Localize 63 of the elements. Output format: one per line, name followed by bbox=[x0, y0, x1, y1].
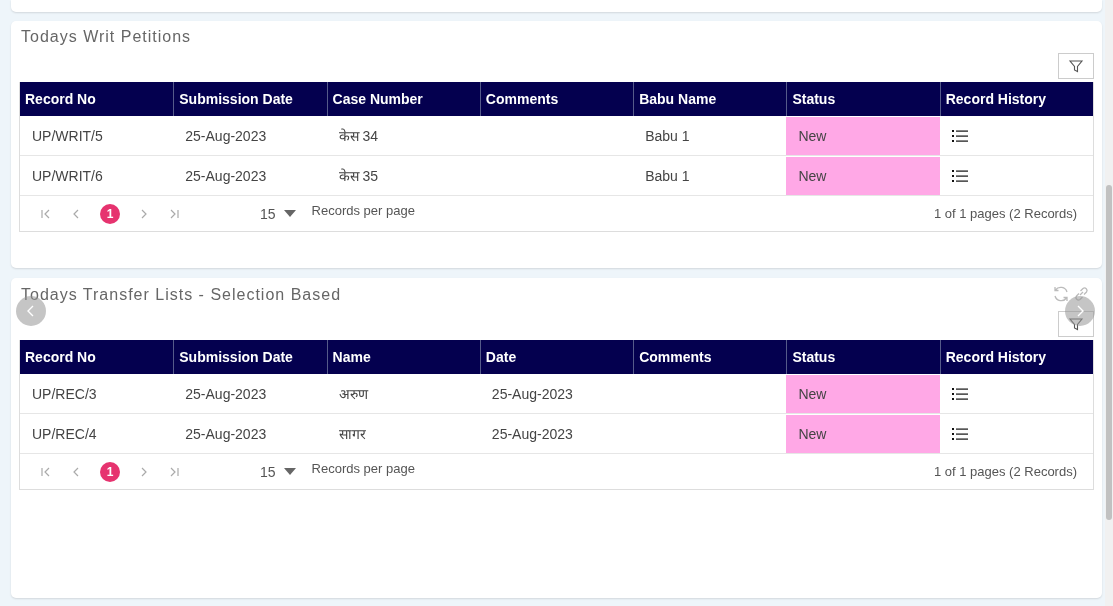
page-summary: 1 of 1 pages (2 Records) bbox=[933, 464, 1077, 479]
status-cell: New bbox=[786, 117, 940, 155]
status-cell: New bbox=[786, 157, 940, 195]
table-cell-text: अरुण bbox=[338, 385, 368, 403]
column-header[interactable]: Babu Name bbox=[633, 82, 787, 116]
refresh-icon[interactable] bbox=[1052, 284, 1070, 303]
table-cell: UP/REC/4 bbox=[32, 425, 97, 442]
column-header[interactable]: Status bbox=[786, 340, 940, 374]
caret-icon bbox=[283, 468, 296, 475]
column-header[interactable]: Record History bbox=[939, 340, 1093, 374]
table-cell: 25-Aug-2023 bbox=[185, 385, 267, 402]
current-page[interactable]: 1 bbox=[100, 461, 120, 482]
table-cell: UP/WRIT/5 bbox=[32, 127, 103, 144]
status-cell: New bbox=[786, 375, 940, 413]
column-header[interactable]: Submission Date bbox=[173, 340, 327, 374]
next-slide-button[interactable] bbox=[1065, 296, 1095, 326]
column-header[interactable]: Record History bbox=[939, 82, 1093, 116]
caret-icon bbox=[283, 210, 296, 217]
column-header[interactable]: Name bbox=[326, 340, 480, 374]
first-page-icon[interactable] bbox=[40, 465, 52, 478]
records-per-page-label: Records per page bbox=[311, 203, 415, 218]
last-page-icon[interactable] bbox=[168, 207, 180, 220]
table-cell: UP/REC/3 bbox=[32, 385, 97, 402]
column-header[interactable]: Record No bbox=[20, 340, 174, 374]
table-cell: Babu 1 bbox=[645, 127, 690, 144]
status-cell: New bbox=[786, 415, 940, 453]
table-cell: 25-Aug-2023 bbox=[491, 385, 573, 402]
panel-title: Todays Transfer Lists - Selection Based bbox=[20, 285, 342, 304]
page-size-value[interactable]: 15 bbox=[260, 205, 276, 222]
table-cell: 25-Aug-2023 bbox=[185, 127, 267, 144]
chevron-right-icon bbox=[1075, 305, 1085, 317]
page-summary: 1 of 1 pages (2 Records) bbox=[933, 206, 1077, 221]
filter-icon bbox=[1068, 316, 1084, 332]
page-size-value[interactable]: 15 bbox=[260, 463, 276, 480]
first-page-icon[interactable] bbox=[40, 207, 52, 220]
table-cell: 25-Aug-2023 bbox=[491, 425, 573, 442]
column-header[interactable]: Status bbox=[786, 82, 940, 116]
column-header[interactable]: Case Number bbox=[326, 82, 480, 116]
list-icon[interactable] bbox=[951, 426, 968, 441]
column-header[interactable]: Record No bbox=[20, 82, 174, 116]
link-icon[interactable] bbox=[1072, 284, 1090, 303]
column-header[interactable]: Comments bbox=[633, 340, 787, 374]
column-header[interactable]: Submission Date bbox=[173, 82, 327, 116]
table-cell: UP/WRIT/6 bbox=[32, 167, 103, 184]
filter-button[interactable] bbox=[1058, 311, 1094, 337]
last-page-icon[interactable] bbox=[168, 465, 180, 478]
table-cell: 25-Aug-2023 bbox=[185, 425, 267, 442]
table-cell: 25-Aug-2023 bbox=[185, 167, 267, 184]
list-icon[interactable] bbox=[951, 128, 968, 143]
chevron-left-icon bbox=[26, 305, 36, 317]
records-per-page-label: Records per page bbox=[311, 461, 415, 476]
table-cell-text: केस 35 bbox=[338, 167, 379, 185]
filter-icon bbox=[1068, 58, 1084, 74]
column-header[interactable]: Comments bbox=[479, 82, 634, 116]
table-cell: Babu 1 bbox=[645, 167, 690, 184]
table-cell-text: केस 34 bbox=[338, 127, 379, 145]
current-page[interactable]: 1 bbox=[100, 203, 120, 224]
panel-title: Todays Writ Petitions bbox=[20, 28, 192, 46]
table-cell-text: सागर bbox=[338, 425, 366, 443]
list-icon[interactable] bbox=[951, 168, 968, 183]
list-icon[interactable] bbox=[951, 386, 968, 401]
column-header[interactable]: Date bbox=[479, 340, 634, 374]
filter-button[interactable] bbox=[1058, 53, 1094, 79]
